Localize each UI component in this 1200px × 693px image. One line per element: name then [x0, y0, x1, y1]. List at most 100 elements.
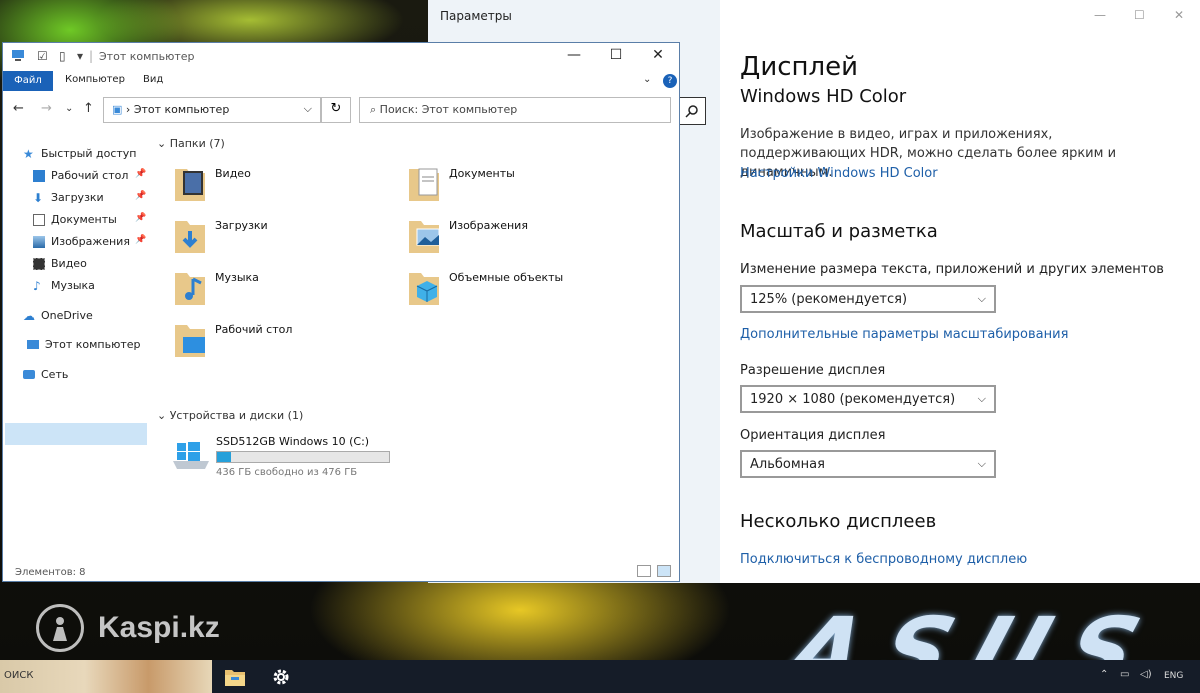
file-explorer-taskbar-icon[interactable] [224, 667, 246, 687]
customize-toolbar-icon[interactable]: ▾ [77, 49, 83, 63]
chevron-down-icon: ⌄ [157, 409, 170, 422]
breadcrumb-chevron-icon: › [125, 103, 134, 116]
folders-group-header[interactable]: ⌄ Папки (7) [157, 137, 225, 150]
folder-music[interactable]: Музыка [153, 267, 383, 315]
minimize-icon[interactable]: — [1094, 8, 1106, 22]
settings-search-button[interactable] [678, 97, 706, 125]
scale-label: Изменение размера текста, приложений и д… [740, 262, 1164, 277]
large-icons-view-icon[interactable] [657, 565, 671, 577]
kaspi-logo-icon [36, 604, 84, 652]
navigation-pane: ★ Быстрый доступ Рабочий стол 📌 ⬇ Загруз… [3, 133, 151, 563]
volume-icon[interactable]: ◁) [1140, 669, 1152, 680]
tab-computer[interactable]: Компьютер [65, 74, 125, 85]
minimize-icon[interactable]: — [559, 47, 589, 63]
up-arrow-icon[interactable]: ↑ [83, 101, 94, 116]
close-icon[interactable]: ✕ [643, 47, 673, 63]
ribbon-tabs: Файл Компьютер Вид ⌄ ? [3, 71, 679, 91]
pin-icon[interactable]: 📌 [135, 213, 146, 223]
advanced-scaling-link[interactable]: Дополнительные параметры масштабирования [740, 327, 1068, 342]
folder-videos[interactable]: Видео [153, 163, 383, 211]
pc-small-icon: ▣ [112, 103, 123, 116]
sidebar-item-music[interactable]: ♪ Музыка [33, 279, 95, 292]
sidebar-item-onedrive[interactable]: ☁ OneDrive [23, 309, 93, 322]
close-icon[interactable]: ✕ [1174, 8, 1184, 22]
resolution-value: 1920 × 1080 (рекомендуется) [750, 391, 956, 407]
chevron-down-icon: ⌵ [977, 392, 986, 405]
resolution-label: Разрешение дисплея [740, 363, 886, 378]
expand-ribbon-icon[interactable]: ⌄ [643, 74, 651, 85]
drive-c[interactable]: SSD512GB Windows 10 (C:) 436 ГБ свободно… [171, 435, 411, 479]
video-folder-icon [175, 169, 205, 201]
search-icon: ⌕ [370, 103, 380, 116]
folder-desktop[interactable]: Рабочий стол [153, 319, 383, 367]
search-icon [685, 105, 698, 118]
sidebar-item-quick-access[interactable]: ★ Быстрый доступ [23, 147, 137, 160]
help-icon[interactable]: ? [663, 74, 677, 88]
sidebar-item-pictures[interactable]: Изображения [33, 235, 130, 248]
forward-arrow-icon[interactable]: → [41, 101, 52, 116]
wireless-display-link[interactable]: Подключиться к беспроводному дисплею [740, 552, 1027, 567]
folder-documents[interactable]: Документы [387, 163, 617, 211]
3d-objects-folder-icon [409, 273, 439, 305]
document-icon [33, 213, 45, 226]
desktop-icon [33, 169, 45, 182]
refresh-button[interactable]: ↻ [321, 97, 351, 123]
hd-color-settings-link[interactable]: Настройки Windows HD Color [740, 166, 938, 181]
sidebar-item-this-pc[interactable]: Этот компьютер [27, 338, 141, 351]
network-icon [23, 370, 35, 379]
network-icon[interactable]: ▭ [1120, 669, 1129, 680]
drive-usage-bar [216, 451, 390, 463]
star-icon: ★ [23, 146, 34, 161]
orientation-value: Альбомная [750, 456, 825, 472]
address-bar[interactable]: ▣ › Этот компьютер ⌵ [103, 97, 321, 123]
details-view-icon[interactable] [637, 565, 651, 577]
orientation-dropdown[interactable]: Альбомная ⌵ [740, 450, 996, 478]
pin-icon[interactable]: 📌 [135, 169, 146, 179]
nav-selection-highlight [5, 423, 147, 445]
folder-downloads[interactable]: Загрузки [153, 215, 383, 263]
folder-pictures[interactable]: Изображения [387, 215, 617, 263]
maximize-icon[interactable]: ☐ [1134, 8, 1145, 22]
pin-icon[interactable]: 📌 [135, 235, 146, 245]
downloads-folder-icon [175, 221, 205, 253]
folder-3d-objects[interactable]: Объемные объекты [387, 267, 617, 315]
sidebar-item-desktop[interactable]: Рабочий стол [33, 169, 128, 182]
properties-icon[interactable]: ☑ [37, 49, 48, 63]
sidebar-item-network[interactable]: Сеть [23, 368, 68, 381]
pin-icon[interactable]: 📌 [135, 191, 146, 201]
refresh-icon: ↻ [330, 101, 342, 116]
scale-layout-heading: Масштаб и разметка [740, 221, 938, 242]
windows-drive-icon [173, 442, 209, 469]
picture-icon [33, 235, 45, 248]
watermark-text: Kaspi.kz [98, 611, 220, 644]
download-icon: ⬇ [33, 190, 44, 205]
language-indicator[interactable]: ENG [1164, 671, 1183, 681]
address-dropdown-icon[interactable]: ⌵ [304, 102, 312, 116]
sidebar-item-videos[interactable]: Видео [33, 257, 87, 270]
resolution-dropdown[interactable]: 1920 × 1080 (рекомендуется) ⌵ [740, 385, 996, 413]
back-arrow-icon[interactable]: ← [13, 101, 24, 116]
search-input[interactable]: ⌕ Поиск: Этот компьютер [359, 97, 671, 123]
chevron-down-icon: ⌵ [977, 457, 986, 470]
drives-group-header[interactable]: ⌄ Устройства и диски (1) [157, 409, 303, 422]
tab-view[interactable]: Вид [143, 74, 163, 85]
maximize-icon[interactable]: ☐ [601, 47, 631, 63]
multiple-displays-heading: Несколько дисплеев [740, 511, 937, 532]
taskbar-search-text: ОИСК [4, 670, 34, 681]
explorer-window-title: Этот компьютер [99, 50, 195, 63]
scale-dropdown[interactable]: 125% (рекомендуется) ⌵ [740, 285, 996, 313]
music-icon: ♪ [33, 278, 41, 293]
kaspi-watermark: Kaspi.kz [36, 604, 220, 652]
taskbar-search-box[interactable]: ОИСК [0, 660, 212, 693]
tab-file[interactable]: Файл [3, 71, 53, 91]
chevron-down-icon: ⌄ [157, 137, 170, 150]
new-folder-icon[interactable]: ▯ [59, 49, 66, 63]
this-pc-icon [27, 340, 39, 349]
sidebar-item-documents[interactable]: Документы [33, 213, 117, 226]
chevron-up-icon[interactable]: ⌃ [1100, 669, 1108, 680]
hd-color-heading: Windows HD Color [740, 86, 907, 107]
sidebar-item-downloads[interactable]: ⬇ Загрузки [33, 191, 104, 204]
gear-icon[interactable] [270, 667, 292, 687]
pictures-folder-icon [409, 221, 440, 253]
recent-locations-icon[interactable]: ⌄ [65, 103, 73, 114]
